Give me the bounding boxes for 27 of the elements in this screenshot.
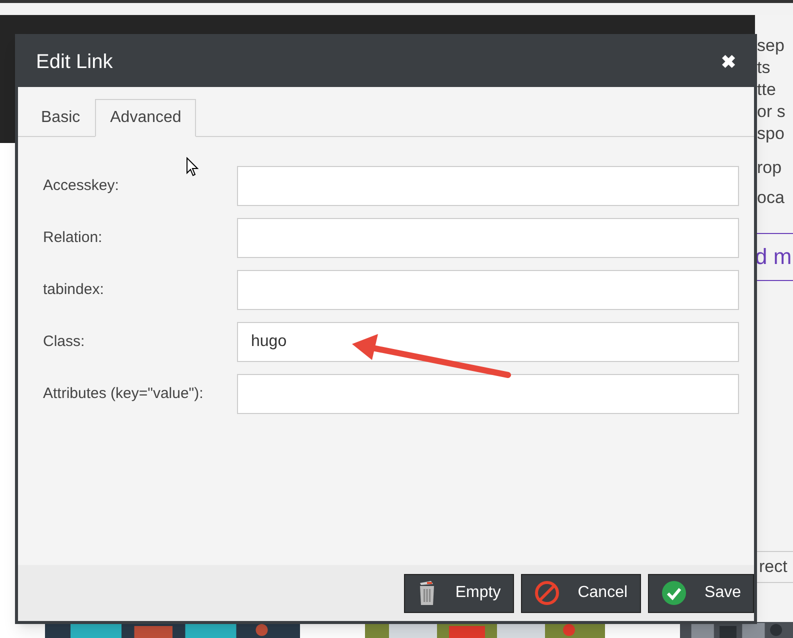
close-button[interactable]: ✖ [721,48,736,76]
field-label: Accesskey: [43,176,120,196]
background-text: sep [756,35,786,57]
text-field[interactable] [237,270,739,310]
text-field[interactable] [237,218,739,258]
dialog-title: Edit Link [36,50,113,75]
background-text: ts [756,57,772,79]
text-field[interactable]: hugo [237,322,739,362]
cancel-button[interactable]: Cancel [520,574,641,612]
background-text: spo [756,123,786,145]
tab[interactable]: Advanced [95,99,196,137]
check-icon [660,580,687,606]
field-label: Class: [43,332,86,352]
text-field[interactable] [237,374,739,414]
field-label: tabindex: [43,280,105,300]
text-field[interactable] [237,166,739,206]
field-label: Attributes (key="value"): [43,384,204,404]
field-label: Relation: [43,228,104,248]
save-button[interactable]: Save [648,574,754,612]
background-text: oca [756,187,786,209]
background-text: rop [756,157,783,179]
prohibited-icon [534,580,560,606]
background-text: or s [756,101,786,123]
cursor-icon [186,157,199,177]
background-text: tte [756,79,777,101]
empty-button[interactable]: Empty [404,574,514,612]
tab[interactable]: Basic [26,99,96,137]
